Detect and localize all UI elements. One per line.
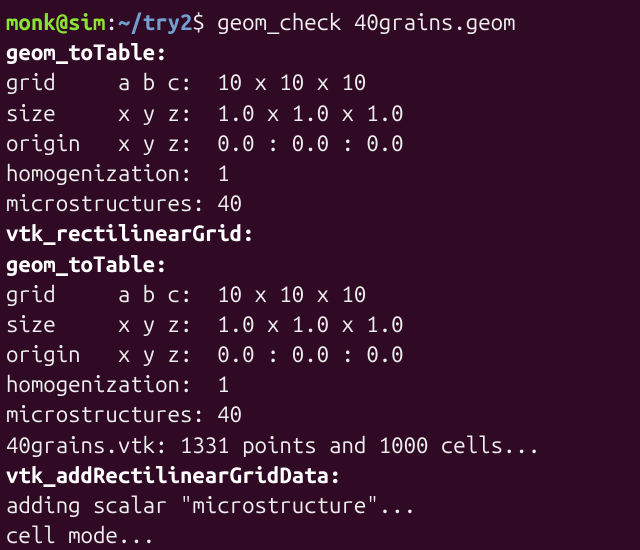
prompt-user: monk@sim [6,10,105,35]
heading-geom-to-table-2: geom_toTable: [6,250,634,280]
heading-geom-to-table-1: geom_toTable: [6,38,634,68]
output-cell-mode: cell mode... [6,521,634,550]
output-origin-2: origin x y z: 0.0 : 0.0 : 0.0 [6,340,634,370]
prompt-dollar: $ [192,10,204,35]
output-microstructures-1: microstructures: 40 [6,189,634,219]
output-vtk-summary: 40grains.vtk: 1331 points and 1000 cells… [6,431,634,461]
output-grid-2: grid a b c: 10 x 10 x 10 [6,280,634,310]
output-homogenization-2: homogenization: 1 [6,370,634,400]
output-size-1: size x y z: 1.0 x 1.0 x 1.0 [6,99,634,129]
output-origin-1: origin x y z: 0.0 : 0.0 : 0.0 [6,129,634,159]
heading-vtk-rectilinear-grid: vtk_rectilinearGrid: [6,219,634,249]
output-grid-1: grid a b c: 10 x 10 x 10 [6,68,634,98]
prompt-colon: : [105,10,117,35]
output-homogenization-1: homogenization: 1 [6,159,634,189]
output-microstructures-2: microstructures: 40 [6,400,634,430]
output-size-2: size x y z: 1.0 x 1.0 x 1.0 [6,310,634,340]
prompt-path: ~/try2 [118,10,193,35]
prompt-line-1: monk@sim:~/try2$ geom_check 40grains.geo… [6,8,634,38]
heading-vtk-add-rect-grid-data: vtk_addRectilinearGridData: [6,461,634,491]
command-text: geom_check 40grains.geom [217,10,515,35]
output-adding-scalar: adding scalar "microstructure"... [6,491,634,521]
